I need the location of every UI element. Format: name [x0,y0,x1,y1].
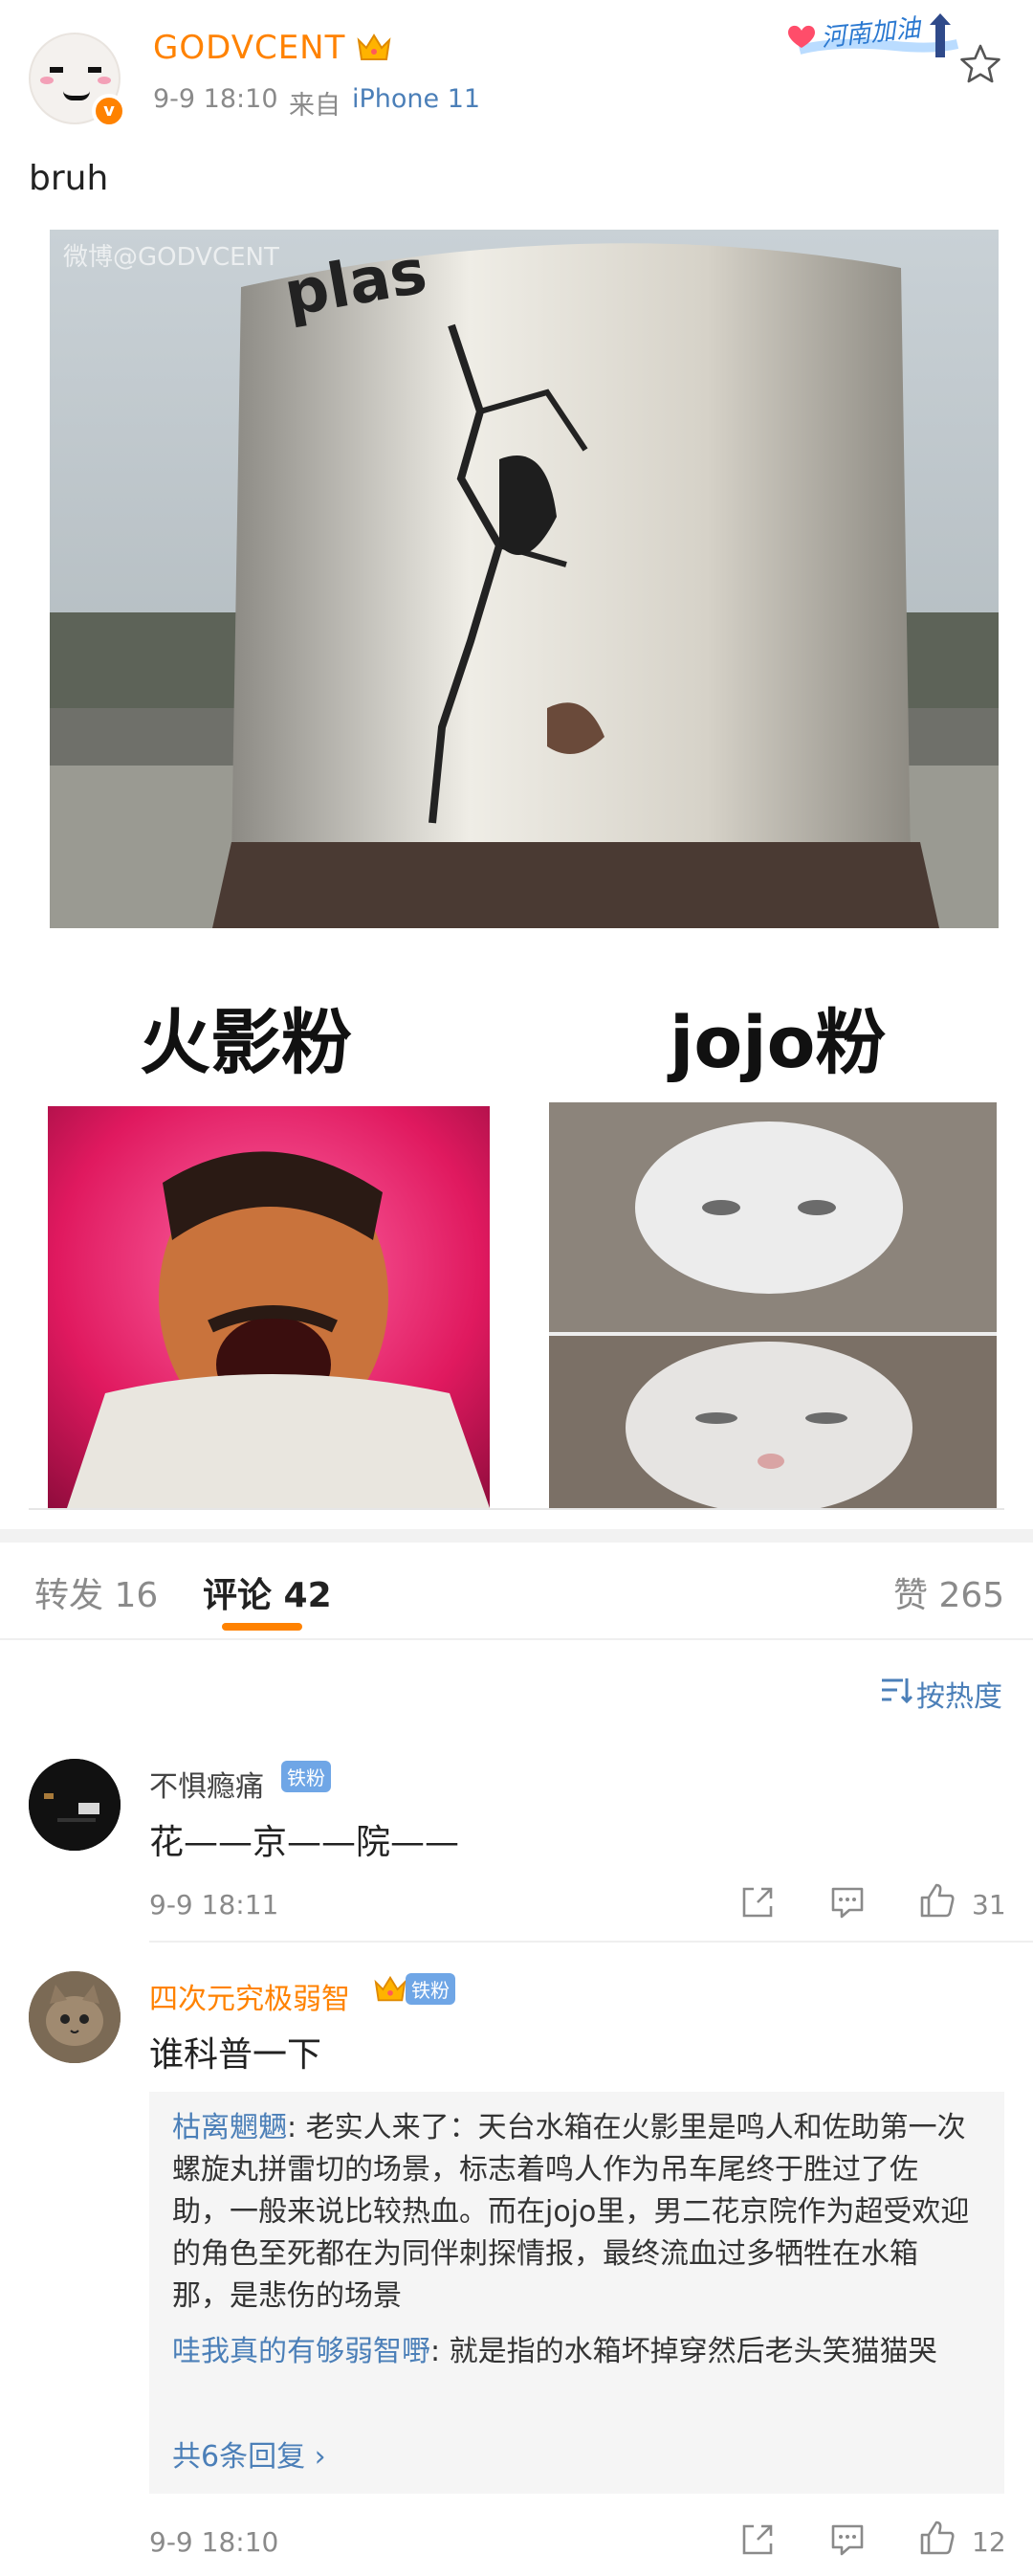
image-divider [29,1508,1004,1510]
more-replies-link[interactable]: 共6条回复 › [172,2432,326,2475]
reply-text: : 老实人来了：天台水箱在火影里是鸣人和佐助第一次螺旋丸拼雷切的场景，标志着鸣人… [172,2111,970,2313]
image-watermark: 微博@GODVCENT [63,243,279,272]
comment-icon[interactable] [828,1883,867,1921]
active-tab-indicator [222,1623,302,1631]
username[interactable]: GODVCENT [153,29,345,67]
sort-by-hot-button[interactable]: 按热度 [916,1673,1002,1715]
tab-likes[interactable]: 赞 265 [893,1567,1004,1617]
comment-time: 9-9 18:11 [149,1889,279,1921]
meme-label-left: 火影粉 [140,1002,352,1084]
reply-text: : 就是指的水箱坏掉穿然后老头笑猫猫哭 [430,2335,937,2368]
avatar-cheek [98,77,111,84]
avatar-eye [88,67,101,73]
like-count: 31 [972,1889,1006,1921]
tabs-divider [0,1638,1033,1640]
avatar-eye [50,67,63,73]
like-icon[interactable] [918,2519,956,2557]
tab-repost[interactable]: 转发 16 [34,1567,158,1617]
cat-photo-avatar [29,1971,121,2063]
like-count: 12 [972,2526,1006,2558]
comment-avatar[interactable] [29,1971,121,2063]
comment-author[interactable]: 不惧瘾痛 [149,1763,264,1805]
water-tank-photo: plas [50,230,999,928]
comment-avatar[interactable] [29,1759,121,1851]
star-icon[interactable] [958,42,1002,86]
like-icon[interactable] [918,1881,956,1920]
comment-text: 谁科普一下 [149,2035,322,2075]
fan-badge: 铁粉 [406,1973,455,2005]
reply-author[interactable]: 枯离魍魉 [172,2111,287,2144]
reply-item[interactable]: 枯离魍魉: 老实人来了：天台水箱在火影里是鸣人和佐助第一次螺旋丸拼雷切的场景，标… [172,2107,972,2318]
comment-author[interactable]: 四次元究极弱智 [149,1975,350,2017]
reply-author[interactable]: 哇我真的有够弱智嘢 [172,2335,430,2368]
comment-text: 花——京——院—— [149,1823,460,1862]
sort-icon[interactable] [878,1673,912,1707]
meme-label-right: jojo粉 [670,1002,887,1084]
verified-v-icon: v [92,94,126,128]
avatar-cheek [40,77,54,84]
post-source[interactable]: iPhone 11 [352,84,480,114]
comment-icon[interactable] [828,2520,867,2559]
post-image[interactable]: plas 微博@GODVCENT 火影粉 jojo粉 [29,230,1004,1510]
crying-cat-photo [549,1102,997,1510]
post-text: bruh [29,159,109,198]
crown-icon [357,33,391,60]
fan-badge: 铁粉 [281,1761,331,1792]
comment-time: 9-9 18:10 [149,2526,279,2558]
crown-icon [374,1975,407,2002]
reply-item[interactable]: 哇我真的有够弱智嘢: 就是指的水箱坏掉穿然后老头笑猫猫哭 [172,2331,972,2373]
share-icon[interactable] [738,1883,777,1921]
tab-comments[interactable]: 评论 42 [203,1567,332,1617]
dark-photo-avatar [29,1759,121,1851]
post-time: 9-9 18:10 [153,84,278,114]
comment-divider [149,1941,1033,1943]
section-divider [0,1529,1033,1543]
post-source-label: 来自 [289,91,341,121]
laughing-man-photo [48,1106,490,1508]
share-icon[interactable] [738,2520,777,2559]
avatar-mouth [63,88,90,100]
